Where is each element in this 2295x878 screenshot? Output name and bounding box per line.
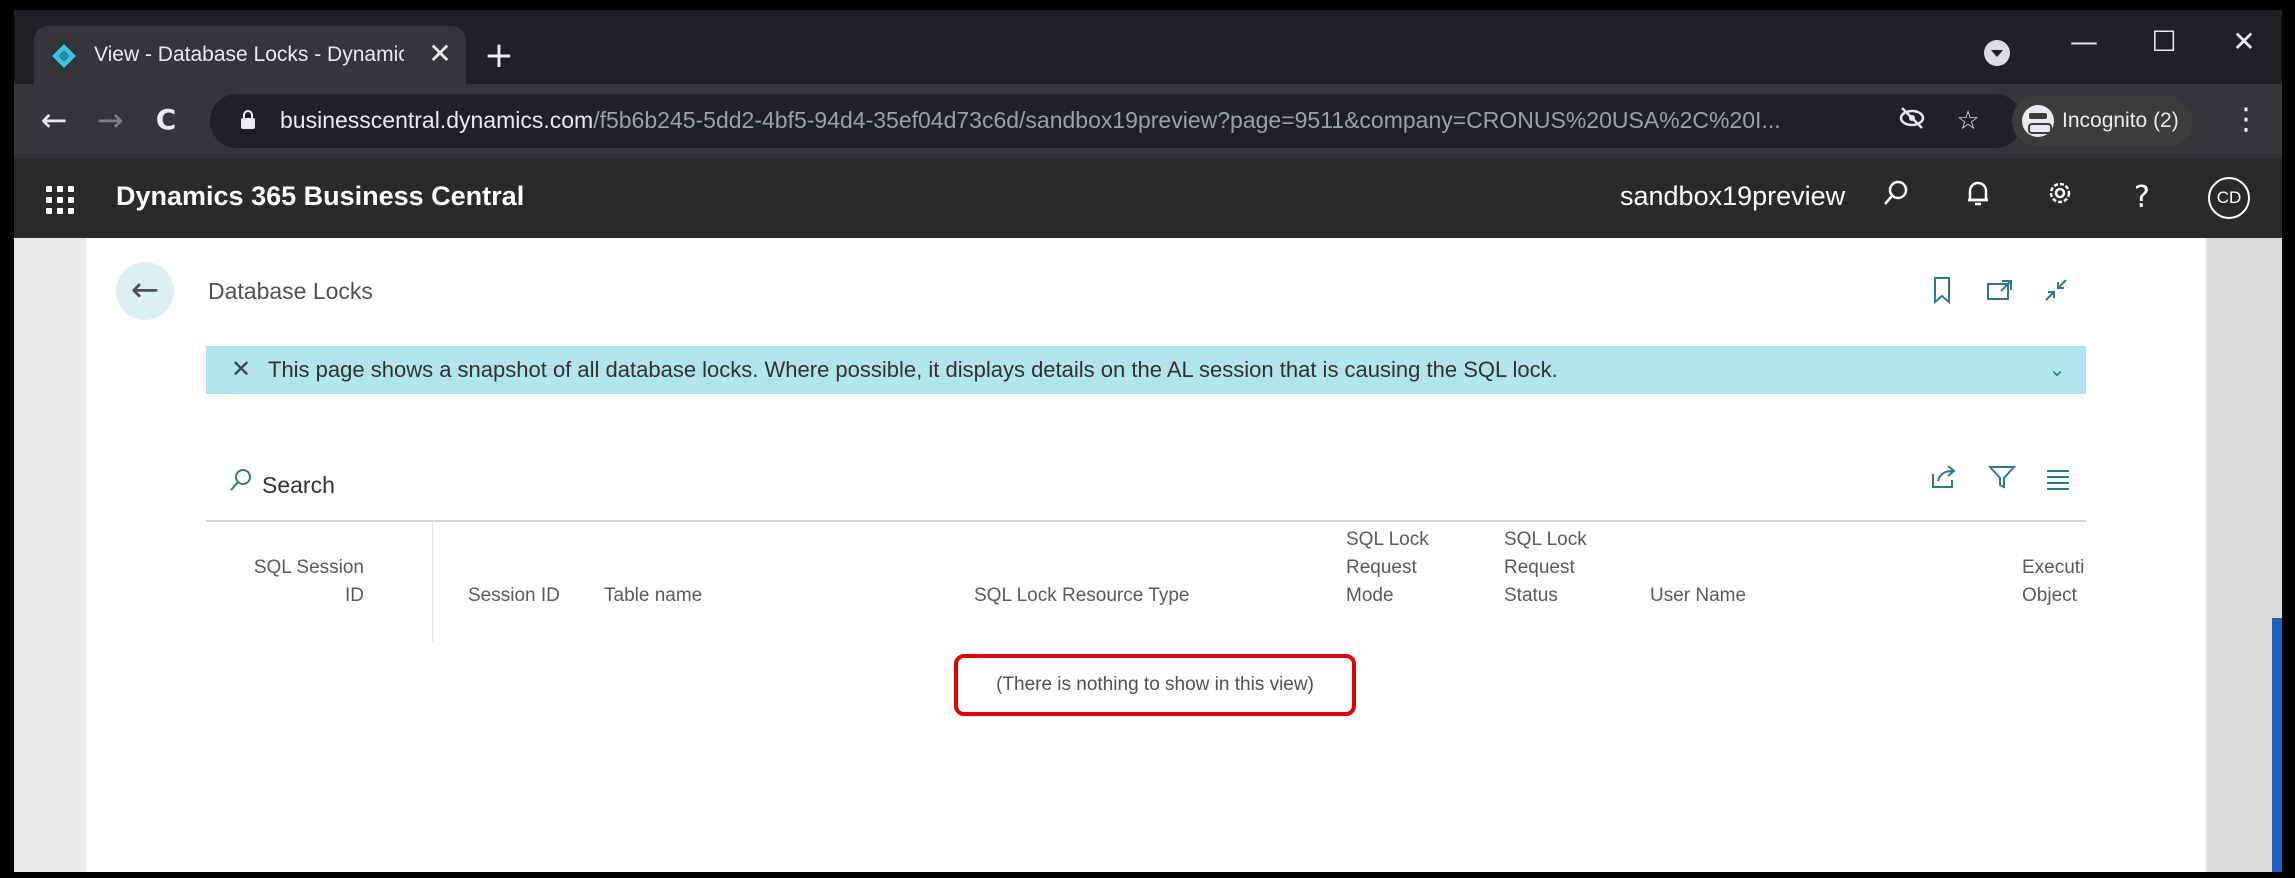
incognito-icon xyxy=(2022,105,2054,138)
page-content: ← Database Locks ✕ This page shows a sna… xyxy=(86,238,2206,872)
profile-menu-icon[interactable] xyxy=(1984,40,2010,66)
address-bar[interactable]: businesscentral.dynamics.com/f5b6b245-5d… xyxy=(210,94,2022,148)
search-icon[interactable] xyxy=(1876,178,1916,218)
column-header-user-name[interactable]: User Name xyxy=(1650,582,1746,610)
share-icon[interactable] xyxy=(1926,464,1962,500)
tab-strip: View - Database Locks - Dynamic ✕ + — ☐ … xyxy=(14,10,2282,86)
url-text: businesscentral.dynamics.com/f5b6b245-5d… xyxy=(280,107,1781,134)
column-header-executing-object[interactable]: Executi Object xyxy=(2022,554,2086,610)
browser-tab[interactable]: View - Database Locks - Dynamic ✕ xyxy=(34,26,466,86)
column-header-sql-lock-resource-type[interactable]: SQL Lock Resource Type xyxy=(974,582,1189,610)
chevron-down-icon[interactable]: ⌄ xyxy=(2042,346,2072,394)
open-new-window-icon[interactable] xyxy=(1982,276,2018,312)
app-bar: Dynamics 365 Business Central sandbox19p… xyxy=(14,158,2282,238)
list-part: Search SQL Session ID Session ID Table n… xyxy=(86,434,2206,872)
forward-arrow-icon[interactable]: → xyxy=(90,100,130,140)
search-label: Search xyxy=(262,472,335,498)
collapse-icon[interactable] xyxy=(2038,276,2074,312)
column-separator xyxy=(432,522,433,642)
banner-close-icon[interactable]: ✕ xyxy=(226,346,256,394)
back-button[interactable]: ← xyxy=(116,262,174,320)
search-button[interactable]: Search xyxy=(226,464,335,504)
maximize-button[interactable]: ☐ xyxy=(2144,24,2184,60)
column-label: Executi Object xyxy=(2022,557,2085,606)
lock-icon xyxy=(241,110,255,129)
incognito-label: Incognito (2) xyxy=(2062,109,2179,132)
column-header-session-id[interactable]: Session ID xyxy=(468,582,560,610)
app-launcher-icon[interactable] xyxy=(40,180,74,214)
back-arrow-icon[interactable]: ← xyxy=(34,100,74,140)
column-label: Session ID xyxy=(468,585,560,606)
avatar[interactable]: CD xyxy=(2208,177,2250,219)
environment-name: sandbox19preview xyxy=(1620,181,1846,211)
column-header-sql-session-id[interactable]: SQL Session ID xyxy=(224,554,364,610)
url-path: /f5b6b245-5dd2-4bf5-94d4-35ef04d73c6d/sa… xyxy=(593,107,1781,133)
browser-window: View - Database Locks - Dynamic ✕ + — ☐ … xyxy=(14,10,2282,872)
banner-text: This page shows a snapshot of all databa… xyxy=(268,357,1558,382)
star-bookmark-icon[interactable]: ☆ xyxy=(1950,104,1986,138)
column-header-sql-lock-request-mode[interactable]: SQL Lock Request Mode xyxy=(1346,526,1429,610)
app-title[interactable]: Dynamics 365 Business Central xyxy=(116,181,524,212)
column-header-table-name[interactable]: Table name xyxy=(604,582,702,610)
reload-icon[interactable]: C xyxy=(146,100,186,140)
page-header: ← Database Locks ✕ This page shows a sna… xyxy=(86,238,2206,434)
column-label: SQL Lock Resource Type xyxy=(974,585,1190,606)
tab-close-icon[interactable]: ✕ xyxy=(424,38,456,70)
column-label: Table name xyxy=(604,585,703,606)
info-banner: ✕ This page shows a snapshot of all data… xyxy=(206,346,2086,394)
gear-icon[interactable] xyxy=(2040,178,2080,218)
dynamics-favicon-icon xyxy=(52,44,76,68)
column-label: User Name xyxy=(1650,585,1747,606)
empty-state-message: (There is nothing to show in this view) xyxy=(996,674,1314,695)
page-title: Database Locks xyxy=(208,278,373,304)
minimize-button[interactable]: — xyxy=(2064,24,2104,60)
eye-slash-icon[interactable] xyxy=(1894,104,1930,138)
filter-icon[interactable] xyxy=(1984,464,2020,500)
search-icon xyxy=(226,464,254,504)
tab-title: View - Database Locks - Dynamic xyxy=(94,43,404,66)
bookmark-icon[interactable] xyxy=(1924,276,1960,312)
column-label: SQL Lock Request Status xyxy=(1504,529,1587,606)
incognito-badge[interactable]: Incognito (2) xyxy=(2012,96,2193,146)
background-edge xyxy=(2206,238,2282,872)
column-label: SQL Session ID xyxy=(253,557,364,606)
help-icon[interactable]: ? xyxy=(2122,178,2162,218)
new-tab-button[interactable]: + xyxy=(479,38,519,78)
column-header-sql-lock-request-status[interactable]: SQL Lock Request Status xyxy=(1504,526,1587,610)
bell-icon[interactable] xyxy=(1958,178,1998,218)
empty-state-highlight: (There is nothing to show in this view) xyxy=(954,654,1356,716)
toolbar-divider xyxy=(206,520,2086,522)
list-view-icon[interactable] xyxy=(2040,464,2076,500)
window-close-button[interactable]: ✕ xyxy=(2224,24,2264,60)
browser-toolbar: ← → C businesscentral.dynamics.com/f5b6b… xyxy=(14,84,2282,158)
browser-menu-icon[interactable]: ⋮ xyxy=(2226,100,2266,140)
column-label: SQL Lock Request Mode xyxy=(1346,529,1429,606)
url-host: businesscentral.dynamics.com xyxy=(280,107,594,133)
